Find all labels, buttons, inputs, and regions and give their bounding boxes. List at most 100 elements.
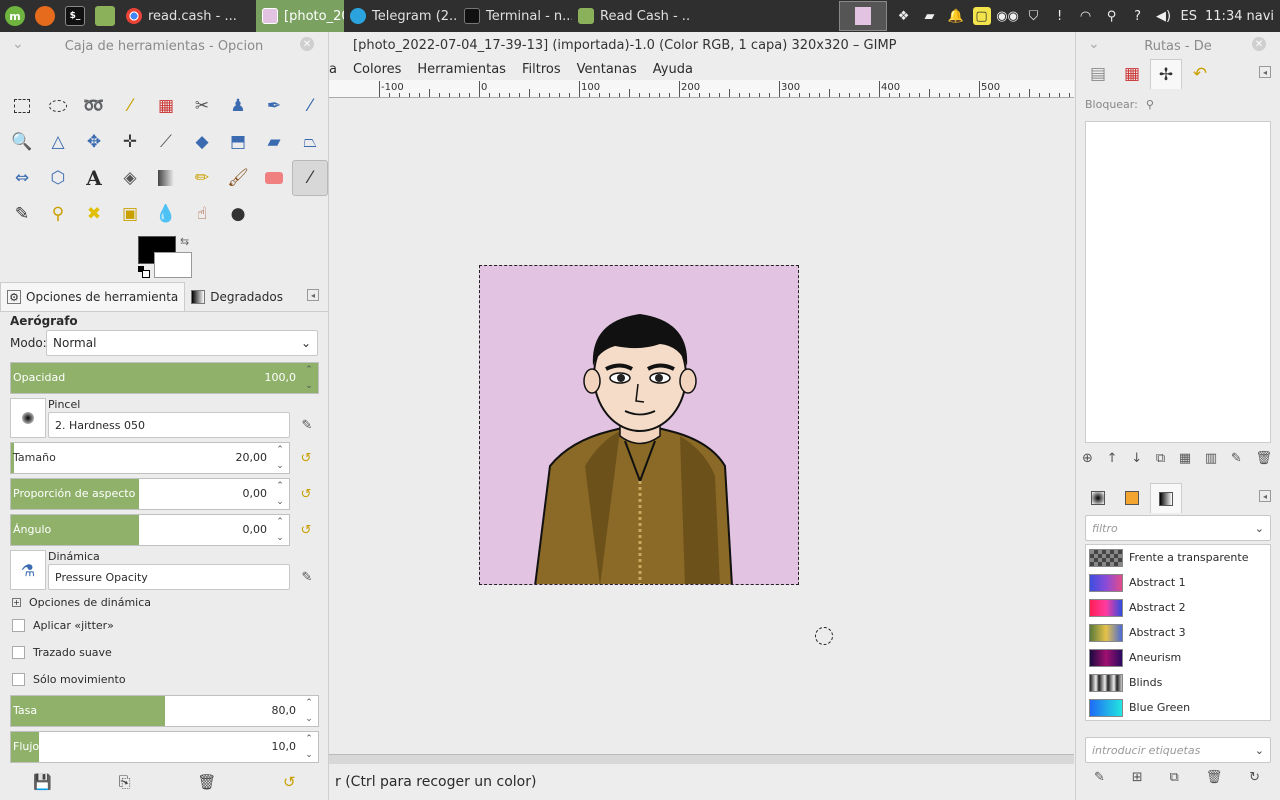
menu-tools[interactable]: Herramientas	[417, 62, 506, 77]
dodge-burn-tool[interactable]: ●	[220, 196, 256, 232]
perspective-tool[interactable]: ⏢	[292, 124, 328, 160]
edit-brush-icon[interactable]: ✎	[299, 417, 315, 433]
gradient-item[interactable]: Aneurism	[1086, 645, 1270, 670]
location-icon[interactable]: ⚲	[1103, 7, 1121, 25]
opacity-slider[interactable]: Opacidad 100,0 ⌃ ⌄	[10, 362, 319, 394]
foreground-select-tool[interactable]: ♟	[220, 88, 256, 124]
delete-path-icon[interactable]: 🗑	[1255, 451, 1272, 466]
move-tool[interactable]: ✥	[76, 124, 112, 160]
reset-size-icon[interactable]: ↺	[298, 450, 314, 466]
tags-field[interactable]: introducir etiquetas ⌄	[1085, 737, 1271, 763]
blur-tool[interactable]: 💧	[148, 196, 184, 232]
rate-slider[interactable]: Tasa 80,0 ⌃ ⌄	[10, 695, 319, 727]
menu-help[interactable]: Ayuda	[653, 62, 693, 77]
panel-menu-button[interactable]: ◂	[307, 289, 319, 301]
swap-colors-icon[interactable]: ⇆	[180, 235, 189, 248]
clone-tool[interactable]: ⚲	[40, 196, 76, 232]
blend-tool[interactable]	[148, 160, 184, 196]
help-icon[interactable]: ?	[1129, 7, 1147, 25]
gradient-item[interactable]: Blue Green	[1086, 695, 1270, 720]
duplicate-gradient-icon[interactable]: ⧉	[1170, 770, 1179, 785]
volume-icon[interactable]: ◀)	[1155, 7, 1173, 25]
perspective-clone-tool[interactable]: ▣	[112, 196, 148, 232]
reset-angle-icon[interactable]: ↺	[298, 522, 314, 538]
path-to-selection-icon[interactable]: ▦	[1179, 451, 1191, 466]
edit-dynamics-icon[interactable]: ✎	[299, 569, 315, 585]
flow-slider[interactable]: Flujo 10,0 ⌃ ⌄	[10, 731, 319, 763]
panel-menu-button[interactable]: ◂	[1259, 66, 1271, 78]
smudge-tool[interactable]: ☝	[184, 196, 220, 232]
dynamics-options-expander[interactable]: + Opciones de dinámica	[12, 596, 151, 609]
eyes-icon[interactable]: ◉◉	[996, 7, 1019, 25]
size-spin[interactable]: ⌃ ⌄	[273, 445, 287, 471]
flip-tool[interactable]: ⇔	[4, 160, 40, 196]
tab-patterns[interactable]	[1116, 483, 1148, 513]
motion-only-checkbox[interactable]: Sólo movimiento	[12, 673, 126, 686]
gradients-list[interactable]: Frente a transparente Abstract 1 Abstrac…	[1085, 544, 1271, 721]
heal-tool[interactable]: ✖	[76, 196, 112, 232]
flow-spin[interactable]: ⌃ ⌄	[302, 734, 316, 760]
tab-undo[interactable]: ↶	[1184, 59, 1216, 89]
gradient-item[interactable]: Abstract 1	[1086, 570, 1270, 595]
zoom-tool[interactable]: 🔍	[4, 124, 40, 160]
new-path-icon[interactable]: ⊕	[1082, 451, 1093, 466]
rect-select-tool[interactable]	[4, 88, 40, 124]
close-icon[interactable]: ✕	[300, 37, 314, 51]
angle-spin[interactable]: ⌃ ⌄	[273, 517, 287, 543]
tab-gradients[interactable]: Degradados	[185, 282, 289, 311]
paths-tool[interactable]: ✒	[256, 88, 292, 124]
align-tool[interactable]: ✛	[112, 124, 148, 160]
brush-field[interactable]: 2. Hardness 050	[48, 412, 290, 438]
crop-tool[interactable]: ⟋	[148, 124, 184, 160]
color-select-tool[interactable]: ▦	[148, 88, 184, 124]
panel-menu-button[interactable]: ◂	[1259, 490, 1271, 502]
raise-path-icon[interactable]: ↑	[1107, 451, 1118, 466]
restore-options-icon[interactable]: ⎘	[119, 773, 131, 791]
task-telegram[interactable]: Telegram (2...	[344, 0, 458, 32]
wifi-icon[interactable]: ◠	[1077, 7, 1095, 25]
workspace-thumbnail[interactable]	[838, 1, 887, 31]
tab-tool-options[interactable]: ⚙ Opciones de herramienta	[0, 282, 186, 311]
menu-windows[interactable]: Ventanas	[577, 62, 637, 77]
menu-image[interactable]: a	[329, 62, 337, 77]
gradient-item[interactable]: Frente a transparente	[1086, 545, 1270, 570]
shear-tool[interactable]: ▰	[256, 124, 292, 160]
color-picker-tool[interactable]: ⁄	[292, 88, 328, 124]
keyboard-layout[interactable]: ES	[1181, 9, 1197, 24]
new-gradient-icon[interactable]: ⊞	[1132, 770, 1143, 785]
delete-gradient-icon[interactable]: 🗑	[1206, 770, 1223, 785]
opacity-spin[interactable]: ⌃ ⌄	[302, 365, 316, 391]
reset-options-icon[interactable]: ↺	[283, 773, 296, 791]
task-gimp-photo[interactable]: [photo_202...	[256, 0, 344, 32]
terminal-launcher[interactable]: $_	[60, 0, 90, 32]
cage-tool[interactable]: ⬡	[40, 160, 76, 196]
mint-menu-button[interactable]: m	[0, 0, 30, 32]
measure-tool[interactable]: △	[40, 124, 76, 160]
background-color-swatch[interactable]	[154, 252, 192, 278]
rotate-tool[interactable]: ◆	[184, 124, 220, 160]
files-launcher[interactable]	[90, 0, 120, 32]
scissors-tool[interactable]: ✂	[184, 88, 220, 124]
smooth-stroke-checkbox[interactable]: Trazado suave	[12, 646, 112, 659]
update-icon[interactable]: !	[1051, 7, 1069, 25]
panel-menu-icon[interactable]: ⌄	[12, 36, 24, 52]
lower-path-icon[interactable]: ↓	[1131, 451, 1142, 466]
notifications-icon[interactable]: 🔔	[947, 7, 965, 25]
image-canvas[interactable]	[479, 265, 799, 585]
horizontal-ruler[interactable]: -100 0 100 200 300 400 500	[329, 80, 1074, 98]
duplicate-path-icon[interactable]: ⧉	[1156, 451, 1165, 466]
size-slider[interactable]: Tamaño 20,00 ⌃ ⌄	[10, 442, 290, 474]
ink-tool[interactable]: ✎	[4, 196, 40, 232]
brush-preview[interactable]	[10, 398, 46, 438]
edit-gradient-icon[interactable]: ✎	[1094, 770, 1105, 785]
close-icon[interactable]: ✕	[1252, 37, 1266, 51]
selection-to-path-icon[interactable]: ▥	[1205, 451, 1217, 466]
mode-select[interactable]: Normal ⌄	[46, 330, 318, 356]
ellipse-select-tool[interactable]	[40, 88, 76, 124]
gradient-item[interactable]: Abstract 3	[1086, 620, 1270, 645]
dropbox-icon[interactable]: ❖	[895, 7, 913, 25]
reset-colors-icon[interactable]	[138, 266, 150, 278]
delete-options-icon[interactable]: 🗑	[197, 773, 216, 791]
fuzzy-select-tool[interactable]: ⁄	[112, 88, 148, 124]
tab-layers[interactable]: ▤	[1082, 59, 1114, 89]
